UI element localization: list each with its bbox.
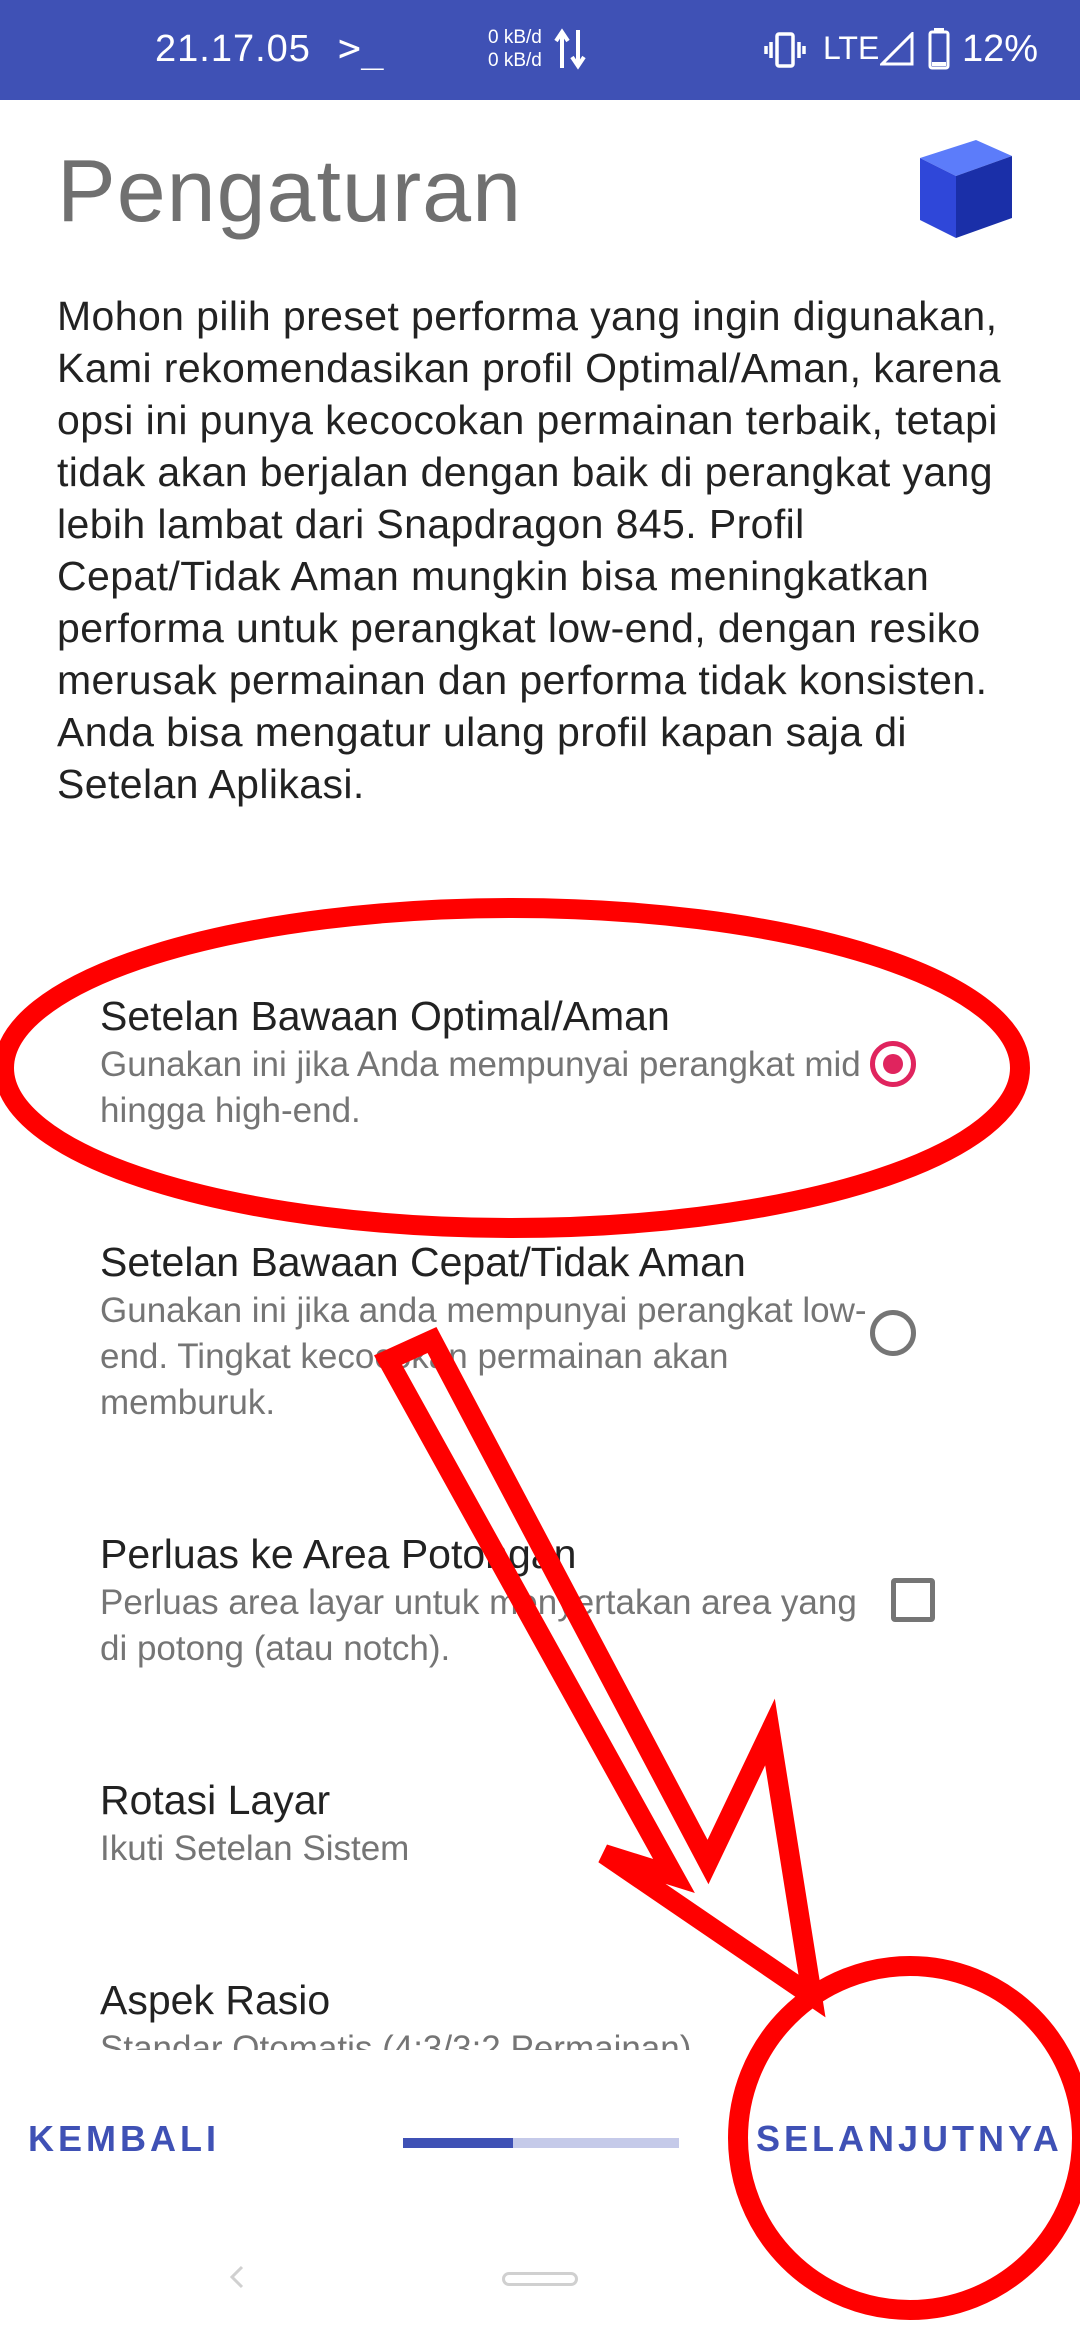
cutout-area-item[interactable]: Perluas ke Area Potongan Perluas area la… bbox=[100, 1528, 880, 1672]
signal-icon bbox=[880, 32, 914, 66]
preset-optimal-summary: Gunakan ini jika Anda mempunyai perangka… bbox=[100, 1045, 861, 1130]
aspect-ratio-title: Aspek Rasio bbox=[100, 1977, 331, 2023]
screen-rotation-summary: Ikuti Setelan Sistem bbox=[100, 1829, 410, 1868]
preset-fast-title: Setelan Bawaan Cepat/Tidak Aman bbox=[100, 1239, 746, 1285]
screen-rotation-title: Rotasi Layar bbox=[100, 1777, 331, 1823]
preset-optimal-item[interactable]: Setelan Bawaan Optimal/Aman Gunakan ini … bbox=[100, 990, 880, 1134]
back-button[interactable]: KEMBALI bbox=[28, 2118, 220, 2160]
battery-percent: 12% bbox=[962, 28, 1039, 70]
navigation-bar bbox=[0, 2250, 1080, 2340]
data-arrows-icon bbox=[554, 28, 586, 70]
cube-icon bbox=[920, 140, 1012, 238]
network-speed-up: 0 kB/d bbox=[488, 27, 542, 48]
network-speed: 0 kB/d 0 kB/d bbox=[488, 26, 542, 72]
page-title: Pengaturan bbox=[57, 141, 523, 240]
battery-icon bbox=[928, 28, 950, 70]
cutout-area-summary: Perluas area layar untuk menyertakan are… bbox=[100, 1583, 857, 1668]
status-time: 21.17.05 bbox=[155, 28, 311, 70]
vibrate-icon bbox=[764, 32, 806, 68]
preset-fast-summary: Gunakan ini jika anda mempunyai perangka… bbox=[100, 1291, 867, 1422]
preset-fast-radio[interactable] bbox=[870, 1310, 916, 1356]
nav-home-pill[interactable] bbox=[502, 2272, 578, 2286]
nav-back-icon[interactable] bbox=[222, 2262, 252, 2292]
preset-fast-item[interactable]: Setelan Bawaan Cepat/Tidak Aman Gunakan … bbox=[100, 1236, 880, 1426]
screen-rotation-item[interactable]: Rotasi Layar Ikuti Setelan Sistem bbox=[100, 1774, 880, 1872]
network-type: LTE bbox=[823, 30, 880, 66]
preset-optimal-radio[interactable] bbox=[870, 1041, 916, 1087]
setup-progress bbox=[403, 2138, 679, 2148]
cutout-area-title: Perluas ke Area Potongan bbox=[100, 1531, 577, 1577]
network-speed-down: 0 kB/d bbox=[488, 50, 542, 71]
setup-progress-fill bbox=[403, 2138, 514, 2148]
cutout-area-checkbox[interactable] bbox=[891, 1578, 935, 1622]
preset-optimal-title: Setelan Bawaan Optimal/Aman bbox=[100, 993, 670, 1039]
intro-description: Mohon pilih preset performa yang ingin d… bbox=[57, 293, 1001, 807]
status-bar: 21.17.05 >_ 0 kB/d 0 kB/d LTE 12% bbox=[0, 0, 1080, 100]
next-button[interactable]: SELANJUTNYA bbox=[756, 2118, 1063, 2160]
terminal-icon: >_ bbox=[338, 26, 384, 70]
